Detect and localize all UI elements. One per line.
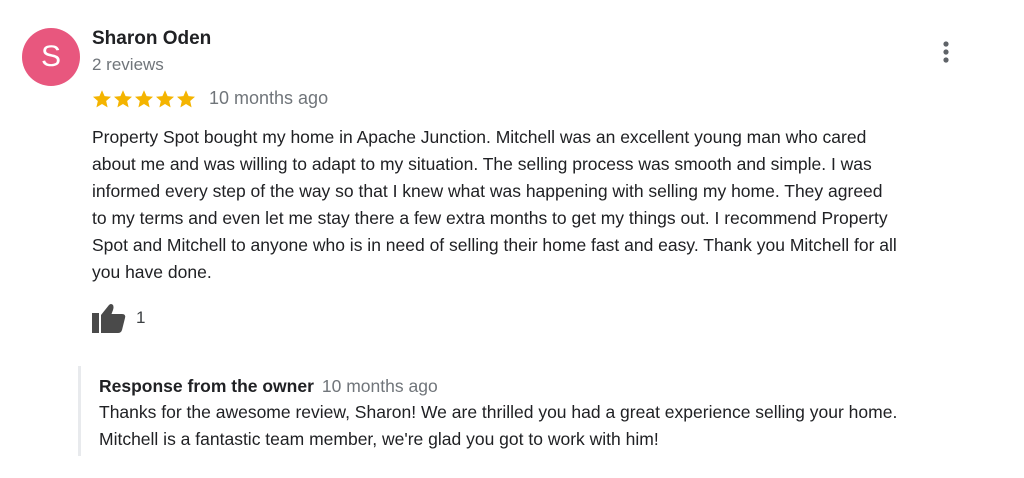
- avatar[interactable]: S: [22, 28, 80, 86]
- review-time: 10 months ago: [209, 88, 329, 108]
- review-text: Property Spot bought my home in Apache J…: [92, 127, 897, 282]
- reviewer-name[interactable]: Sharon Oden: [92, 28, 211, 50]
- like-count: 1: [136, 308, 146, 327]
- star-icon: [114, 89, 132, 107]
- owner-response-header: Response from the owner 10 months ago: [99, 376, 998, 397]
- star-rating: [92, 89, 197, 109]
- star-icon: [93, 89, 111, 107]
- owner-response: Response from the owner 10 months ago Th…: [78, 366, 998, 456]
- rating-row: 10 months ago: [92, 88, 328, 109]
- reviewer-review-count: 2 reviews: [92, 55, 164, 74]
- more-vert-icon[interactable]: [932, 38, 960, 66]
- star-icon: [156, 89, 174, 107]
- owner-response-time: 10 months ago: [321, 376, 438, 396]
- owner-response-text: Thanks for the awesome review, Sharon! W…: [99, 402, 898, 449]
- owner-response-title: Response from the owner: [99, 376, 314, 396]
- like-row: 1: [92, 303, 145, 333]
- star-icon: [177, 89, 195, 107]
- star-icon: [135, 89, 153, 107]
- avatar-initial: S: [40, 40, 61, 73]
- thumbs-up-icon[interactable]: [92, 303, 126, 333]
